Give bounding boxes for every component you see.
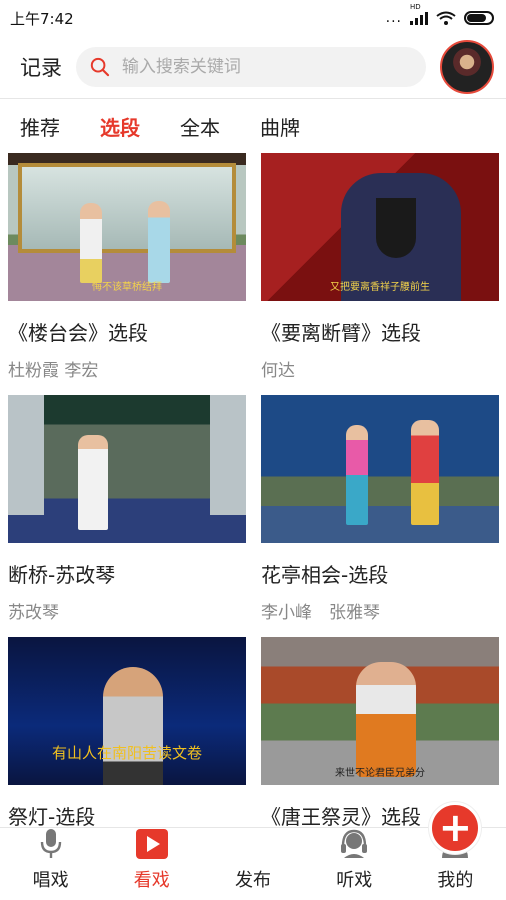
video-title: 花亭相会-选段 bbox=[261, 563, 389, 587]
video-card[interactable]: 花亭相会-选段 李小峰 张雅琴 bbox=[261, 395, 499, 637]
video-card[interactable]: 来世不论君臣兄弟分 《唐王祭灵》选段 bbox=[261, 637, 499, 829]
more-dots-icon: ... bbox=[385, 10, 402, 26]
nav-label: 看戏 bbox=[133, 870, 170, 891]
thumbnail-caption: 悔不该草桥结拜 bbox=[92, 282, 162, 293]
video-performers: 杜粉霞 李宏 bbox=[8, 361, 99, 381]
signal-icon: HD bbox=[410, 3, 428, 25]
video-thumbnail[interactable] bbox=[261, 395, 499, 543]
nav-label: 听戏 bbox=[336, 870, 373, 891]
thumbnail-caption: 来世不论君臣兄弟分 bbox=[335, 768, 425, 779]
microphone-icon bbox=[34, 828, 68, 860]
nav-publish[interactable]: + 发布 bbox=[202, 802, 482, 900]
nav-watch[interactable]: 看戏 bbox=[101, 828, 202, 900]
tab-tunes[interactable]: 曲牌 bbox=[260, 112, 300, 141]
video-title: 《楼台会》选段 bbox=[8, 321, 148, 345]
search-input[interactable] bbox=[121, 57, 412, 77]
video-title: 祭灯-选段 bbox=[8, 805, 96, 829]
thumbnail-caption: 又把要离香祥子腰前生 bbox=[330, 282, 430, 293]
thumbnail-caption: 有山人在南阳苦读文卷 bbox=[51, 744, 202, 762]
status-bar: 上午7:42 ... HD bbox=[0, 0, 506, 36]
video-card[interactable]: 悔不该草桥结拜 《楼台会》选段 杜粉霞 李宏 bbox=[8, 153, 246, 395]
search-row: 记录 bbox=[0, 36, 506, 98]
nav-label: 我的 bbox=[437, 870, 474, 891]
video-performers: 何达 bbox=[261, 361, 295, 381]
nav-listen[interactable]: 听戏 bbox=[304, 828, 405, 900]
status-time: 上午7:42 bbox=[10, 9, 74, 28]
video-card[interactable]: 有山人在南阳苦读文卷 祭灯-选段 bbox=[8, 637, 246, 829]
nav-label: 发布 bbox=[235, 870, 271, 891]
video-thumbnail[interactable]: 有山人在南阳苦读文卷 bbox=[8, 637, 246, 785]
video-card[interactable]: 断桥-苏改琴 苏改琴 bbox=[8, 395, 246, 637]
bottom-nav: 唱戏 看戏 + 发布 听戏 我的 bbox=[0, 802, 506, 900]
video-grid: 悔不该草桥结拜 《楼台会》选段 杜粉霞 李宏 又把要离香祥子腰前生 《要离断臂》… bbox=[0, 153, 506, 829]
tab-recommend[interactable]: 推荐 bbox=[20, 112, 60, 141]
video-title: 断桥-苏改琴 bbox=[8, 563, 116, 587]
video-performers: 苏改琴 bbox=[8, 603, 59, 623]
battery-icon bbox=[464, 11, 494, 25]
video-thumbnail[interactable]: 又把要离香祥子腰前生 bbox=[261, 153, 499, 301]
wifi-icon bbox=[436, 11, 456, 25]
video-title: 《要离断臂》选段 bbox=[261, 321, 421, 345]
record-button[interactable]: 记录 bbox=[20, 52, 62, 82]
tab-excerpts[interactable]: 选段 bbox=[100, 112, 140, 141]
avatar[interactable] bbox=[440, 40, 494, 94]
play-icon bbox=[135, 828, 169, 860]
search-bar[interactable] bbox=[76, 47, 426, 87]
nav-sing[interactable]: 唱戏 bbox=[0, 828, 101, 900]
headphones-icon bbox=[337, 828, 371, 860]
search-icon bbox=[90, 57, 110, 77]
video-thumbnail[interactable]: 来世不论君臣兄弟分 bbox=[261, 637, 499, 785]
video-card[interactable]: 又把要离香祥子腰前生 《要离断臂》选段 何达 bbox=[261, 153, 499, 395]
video-performers: 李小峰 张雅琴 bbox=[261, 603, 380, 623]
nav-label: 唱戏 bbox=[32, 870, 69, 891]
video-thumbnail[interactable] bbox=[8, 395, 246, 543]
tab-full-plays[interactable]: 全本 bbox=[180, 112, 220, 141]
status-icons: ... HD bbox=[385, 3, 494, 26]
category-tabs: 推荐 选段 全本 曲牌 bbox=[0, 99, 506, 153]
video-thumbnail[interactable]: 悔不该草桥结拜 bbox=[8, 153, 246, 301]
